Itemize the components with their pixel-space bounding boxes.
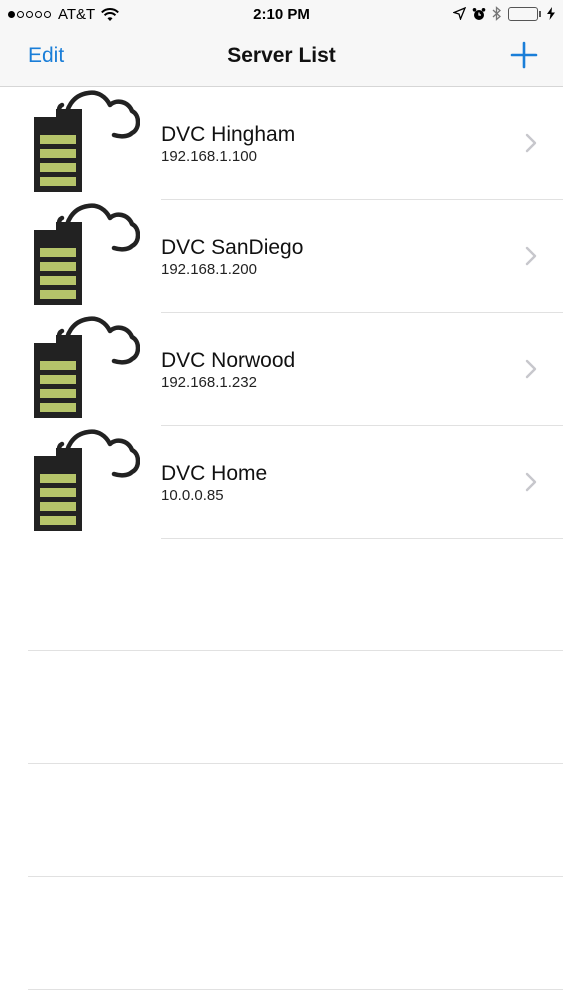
chevron-right-icon: [525, 359, 537, 379]
server-text: DVC Home 10.0.0.85: [161, 462, 267, 506]
chevron-right-icon: [525, 133, 537, 153]
server-cloud-icon: [28, 200, 141, 308]
navigation-bar: Edit Server List: [0, 30, 563, 87]
alarm-clock-icon: [472, 7, 486, 21]
server-name: DVC Hingham: [161, 123, 296, 146]
empty-row-separator: [28, 763, 563, 764]
row-separator: [161, 538, 563, 539]
empty-row-separator: [28, 876, 563, 877]
screen: AT&T 2:10 PM Edit Server List DVC Hingha…: [0, 0, 563, 1000]
server-text: DVC Norwood 192.168.1.232: [161, 349, 295, 393]
add-server-button[interactable]: [509, 40, 539, 70]
empty-row-separator: [28, 989, 563, 990]
server-row[interactable]: DVC SanDiego 192.168.1.200: [0, 200, 563, 313]
server-name: DVC SanDiego: [161, 236, 304, 259]
page-title: Server List: [227, 44, 336, 67]
server-ip: 192.168.1.100: [161, 148, 257, 165]
battery-icon: [508, 6, 541, 21]
chevron-right-icon: [525, 246, 537, 266]
server-row[interactable]: DVC Norwood 192.168.1.232: [0, 313, 563, 426]
server-text: DVC Hingham 192.168.1.100: [161, 123, 295, 167]
status-right: [447, 6, 555, 21]
server-row[interactable]: DVC Home 10.0.0.85: [0, 426, 563, 539]
server-cloud-icon: [28, 426, 141, 534]
server-text: DVC SanDiego 192.168.1.200: [161, 236, 303, 280]
server-name: DVC Norwood: [161, 349, 296, 372]
plus-icon: [510, 41, 538, 69]
chevron-right-icon: [525, 472, 537, 492]
server-cloud-icon: [28, 313, 141, 421]
server-ip: 192.168.1.200: [161, 261, 257, 278]
bluetooth-icon: [492, 6, 502, 21]
location-arrow-icon: [453, 7, 466, 20]
server-cloud-icon: [28, 87, 141, 195]
status-bar: AT&T 2:10 PM: [0, 0, 563, 30]
charging-bolt-icon: [547, 7, 555, 20]
server-ip: 10.0.0.85: [161, 487, 224, 504]
server-ip: 192.168.1.232: [161, 374, 257, 391]
server-name: DVC Home: [161, 462, 268, 485]
server-row[interactable]: DVC Hingham 192.168.1.100: [0, 87, 563, 200]
server-list: DVC Hingham 192.168.1.100 DVC SanDiego 1…: [0, 87, 563, 539]
empty-row-separator: [28, 650, 563, 651]
